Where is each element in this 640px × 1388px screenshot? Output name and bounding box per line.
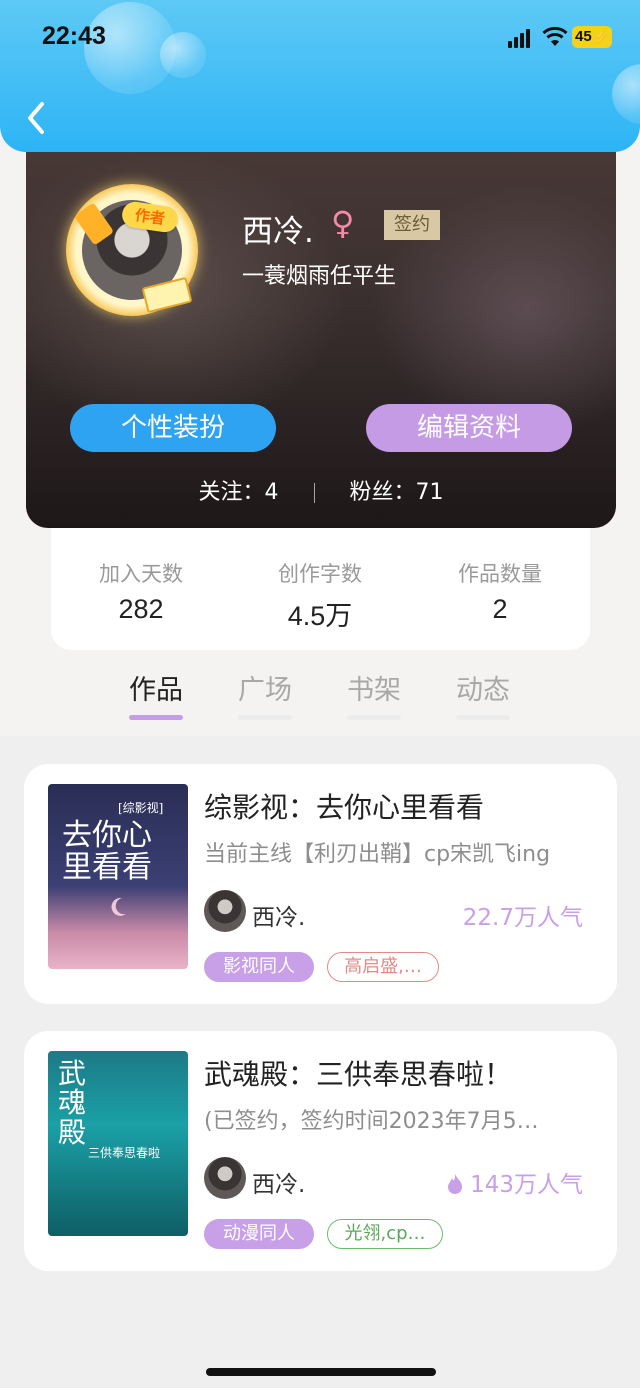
user-name: 西冷. — [242, 214, 314, 250]
author-avatar — [204, 890, 246, 932]
stat-label: 加入天数 — [99, 562, 183, 586]
author-name: 西冷. — [252, 905, 306, 931]
tab-bookshelf[interactable]: 书架 — [334, 668, 414, 707]
divider — [313, 483, 315, 503]
author-avatar — [204, 1157, 246, 1199]
tab-indicator — [456, 715, 510, 720]
profile-header-card: 作者 西冷. ♀ 签约 一蓑烟雨任平生 个性装扮 编辑资料 关注：4 粉丝：71 — [26, 120, 616, 528]
decor-bubble — [160, 32, 206, 78]
fans-count[interactable]: 粉丝：71 — [350, 474, 444, 506]
popularity-count: 22.7万人气 — [462, 905, 583, 931]
female-gender-icon: ♀ — [331, 204, 355, 242]
category-tag[interactable]: 影视同人 — [204, 952, 314, 982]
work-card[interactable]: [综影视] 去你心里看看 综影视：去你心里看看 当前主线【利刃出鞘】cp宋凯飞i… — [24, 764, 617, 1004]
home-indicator[interactable] — [206, 1368, 436, 1376]
follow-stats-row: 关注：4 粉丝：71 — [26, 474, 616, 506]
cover-subtitle: [综影视] — [118, 801, 164, 815]
book-cover: 武魂殿 三供奉思春啦 — [48, 1051, 188, 1236]
stat-join-days: 加入天数 282 — [61, 558, 221, 625]
popularity-count: 143万人气 — [446, 1165, 583, 1199]
moon-icon — [111, 897, 126, 916]
user-motto: 一蓑烟雨任平生 — [242, 264, 397, 289]
tab-activity[interactable]: 动态 — [443, 668, 523, 707]
tab-indicator — [347, 715, 401, 720]
battery-icon: 45 — [572, 26, 612, 48]
back-button[interactable] — [22, 98, 50, 138]
personal-dress-button[interactable]: 个性装扮 — [70, 404, 276, 452]
stat-value: 2 — [492, 594, 508, 624]
stat-label: 创作字数 — [278, 562, 362, 586]
work-title: 综影视：去你心里看看 — [204, 791, 485, 824]
work-description: 当前主线【利刃出鞘】cp宋凯飞ing — [204, 842, 551, 867]
decor-bubble — [612, 64, 640, 124]
stat-label: 作品数量 — [458, 562, 542, 586]
tab-square[interactable]: 广场 — [225, 668, 305, 707]
cellular-signal-icon — [508, 29, 532, 48]
cp-tag[interactable]: 光翎,cp… — [327, 1219, 443, 1249]
popularity-text: 143万人气 — [470, 1172, 583, 1198]
work-description: (已签约，签约时间2023年7月5… — [204, 1109, 539, 1134]
tab-indicator-active — [129, 715, 183, 720]
stat-works-count: 作品数量 2 — [420, 558, 580, 625]
tab-works[interactable]: 作品 — [116, 668, 196, 707]
wifi-icon — [542, 26, 568, 46]
top-bar: 22:43 45 — [0, 0, 640, 152]
cover-title: 去你心里看看 — [62, 818, 152, 885]
stat-word-count: 创作字数 4.5万 — [240, 558, 400, 633]
cover-title: 武魂殿 — [58, 1057, 87, 1149]
work-title: 武魂殿：三供奉思春啦！ — [204, 1058, 513, 1091]
tab-indicator — [238, 715, 292, 720]
cp-tag[interactable]: 高启盛,… — [327, 952, 439, 982]
stats-card: 加入天数 282 创作字数 4.5万 作品数量 2 — [51, 528, 590, 650]
author-name: 西冷. — [252, 1172, 306, 1198]
cover-subtitle: 三供奉思春啦 — [88, 1146, 161, 1160]
edit-profile-button[interactable]: 编辑资料 — [366, 404, 572, 452]
book-cover: [综影视] 去你心里看看 — [48, 784, 188, 969]
stat-value: 4.5万 — [287, 601, 353, 631]
category-tag[interactable]: 动漫同人 — [204, 1219, 314, 1249]
flame-icon — [448, 1174, 463, 1194]
signed-badge: 签约 — [384, 210, 440, 240]
stat-value: 282 — [118, 594, 164, 624]
status-time: 22:43 — [42, 22, 106, 50]
following-count[interactable]: 关注：4 — [199, 474, 279, 506]
work-card[interactable]: 武魂殿 三供奉思春啦 武魂殿：三供奉思春啦！ (已签约，签约时间2023年7月5… — [24, 1031, 617, 1271]
